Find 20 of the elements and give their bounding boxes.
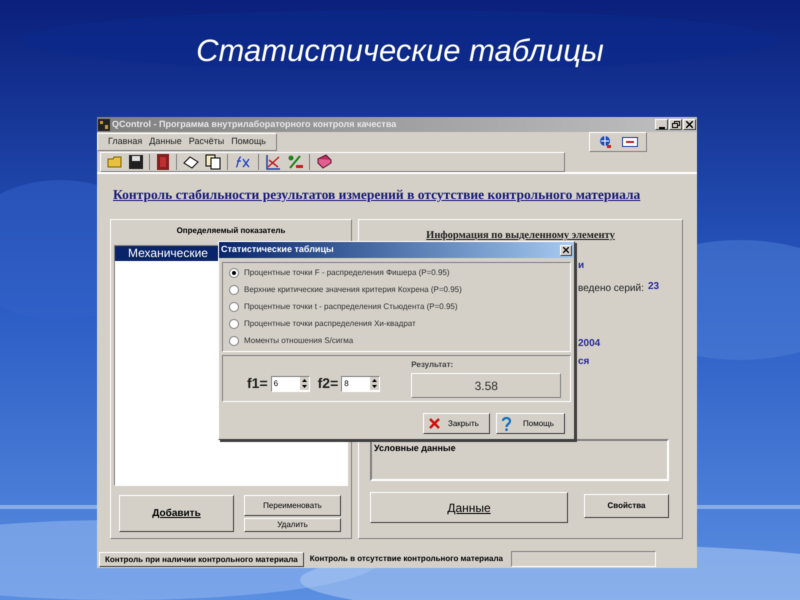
dialog-title: Статистические таблицы — [221, 243, 334, 256]
option-label: Процентные точки t - распределения Стьюдента (P=0.95) — [244, 301, 458, 313]
option-label: Моменты отношения S/сигма — [244, 335, 354, 347]
window-title: QControl - Программа внутрилабораторного контроля качества — [112, 118, 396, 131]
page-heading: Контроль стабильности результатов измерений в отсутствие контрольного материала — [113, 186, 642, 204]
panel-title: Определяемый показатель — [176, 225, 286, 238]
info-text: ведено серий: — [578, 282, 644, 296]
info-text: ся — [578, 355, 590, 369]
result-field: 3.58 — [411, 373, 562, 398]
slide-title: Статистические таблицы — [195, 32, 605, 70]
option-label: Процентные точки распределения Хи-квадрат — [244, 318, 416, 330]
info-text: и — [578, 259, 584, 273]
result-label: Результат: — [411, 359, 454, 371]
field-label: f2= — [318, 374, 338, 393]
field-label: f1= — [247, 374, 268, 393]
info-text: 2004 — [578, 337, 600, 351]
panel-title: Информация по выделенному элементу — [425, 229, 616, 244]
info-text: 23 — [648, 280, 660, 294]
option-label: Верхние критические значения критерия Кохрена (P=0.95) — [244, 284, 462, 296]
option-label: Процентные точки F - распределения Фишера (P=0.95) — [244, 267, 450, 279]
